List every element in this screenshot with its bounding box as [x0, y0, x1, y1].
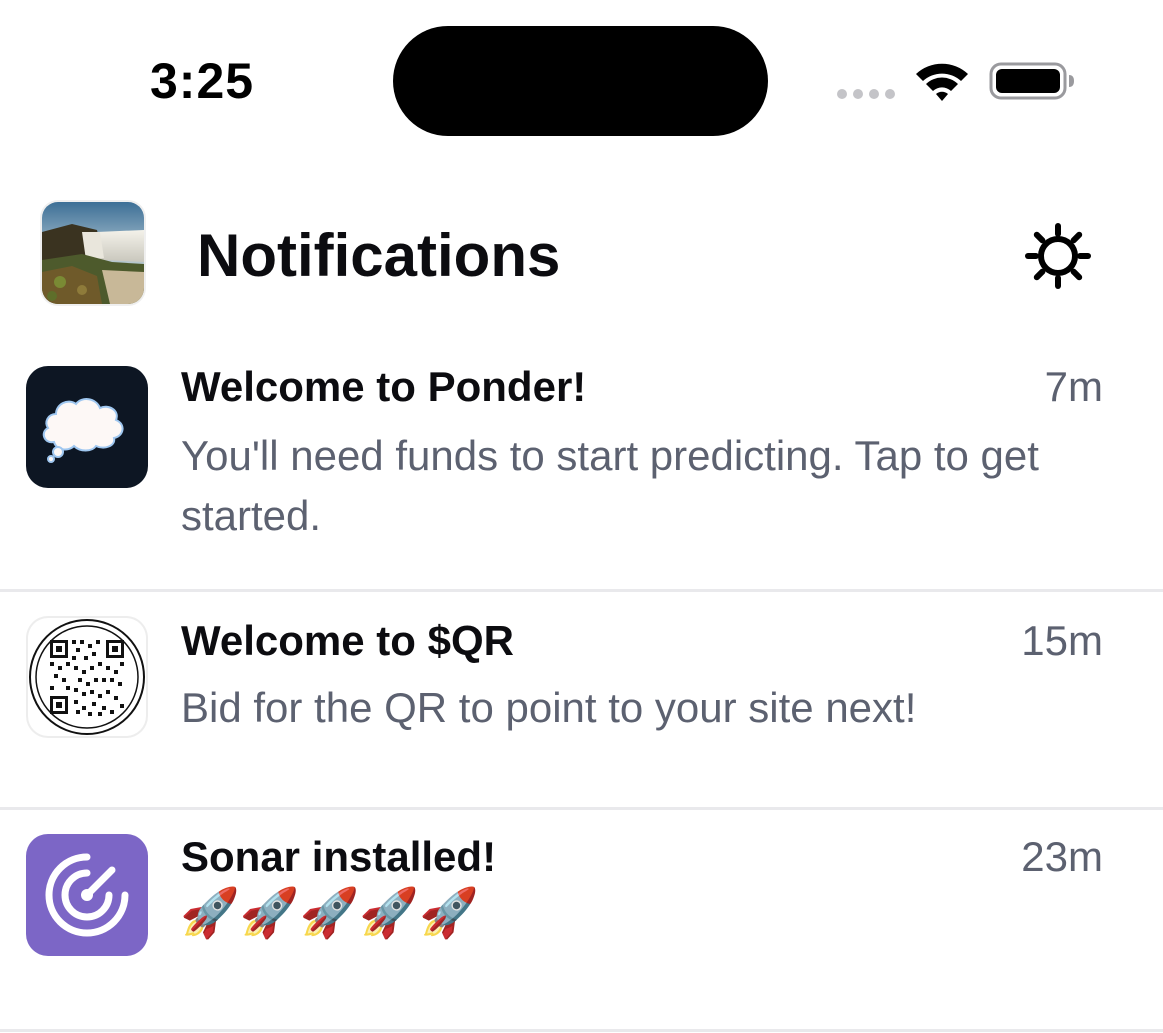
notification-app-icon: [26, 366, 148, 488]
notification-time: 15m: [1021, 617, 1103, 664]
gear-icon[interactable]: [1024, 222, 1092, 290]
notification-body: You'll need funds to start predicting. T…: [181, 432, 1039, 539]
notification-app-icon: [26, 616, 148, 738]
notification-item[interactable]: Sonar installed! 23m 🚀🚀🚀🚀🚀: [0, 810, 1163, 1032]
notification-app-icon: [26, 834, 148, 956]
notification-title: Welcome to $QR: [181, 617, 514, 664]
notification-time: 23m: [1021, 833, 1103, 880]
notification-time: 7m: [1044, 363, 1103, 410]
notification-body: Bid for the QR to point to your site nex…: [181, 684, 917, 731]
notification-title: Sonar installed!: [181, 833, 497, 880]
status-time: 3:25: [150, 53, 255, 109]
wifi-icon: [916, 63, 968, 101]
radar-icon: [45, 853, 129, 937]
dynamic-island: [393, 26, 768, 136]
battery-full-icon: [989, 62, 1074, 100]
notification-item[interactable]: Welcome to Ponder! 7m You'll need funds …: [0, 340, 1163, 592]
page-title: Notifications: [197, 222, 561, 289]
qr-code-icon: [29, 619, 145, 735]
notification-list: Welcome to Ponder! 7m You'll need funds …: [0, 340, 1163, 1032]
notification-body: 🚀🚀🚀🚀🚀: [180, 887, 479, 940]
avatar[interactable]: [42, 202, 144, 304]
waterfall-landscape-avatar: [42, 202, 144, 304]
notification-item[interactable]: Welcome to $QR 15m Bid for the QR to poi…: [0, 592, 1163, 810]
thought-cloud-icon: [42, 398, 124, 463]
signal-dots-icon: [837, 89, 895, 99]
notifications-screen: 3:25 Notifications Welcome to Ponder! 7m…: [0, 0, 1163, 1033]
notification-title: Welcome to Ponder!: [181, 363, 587, 410]
